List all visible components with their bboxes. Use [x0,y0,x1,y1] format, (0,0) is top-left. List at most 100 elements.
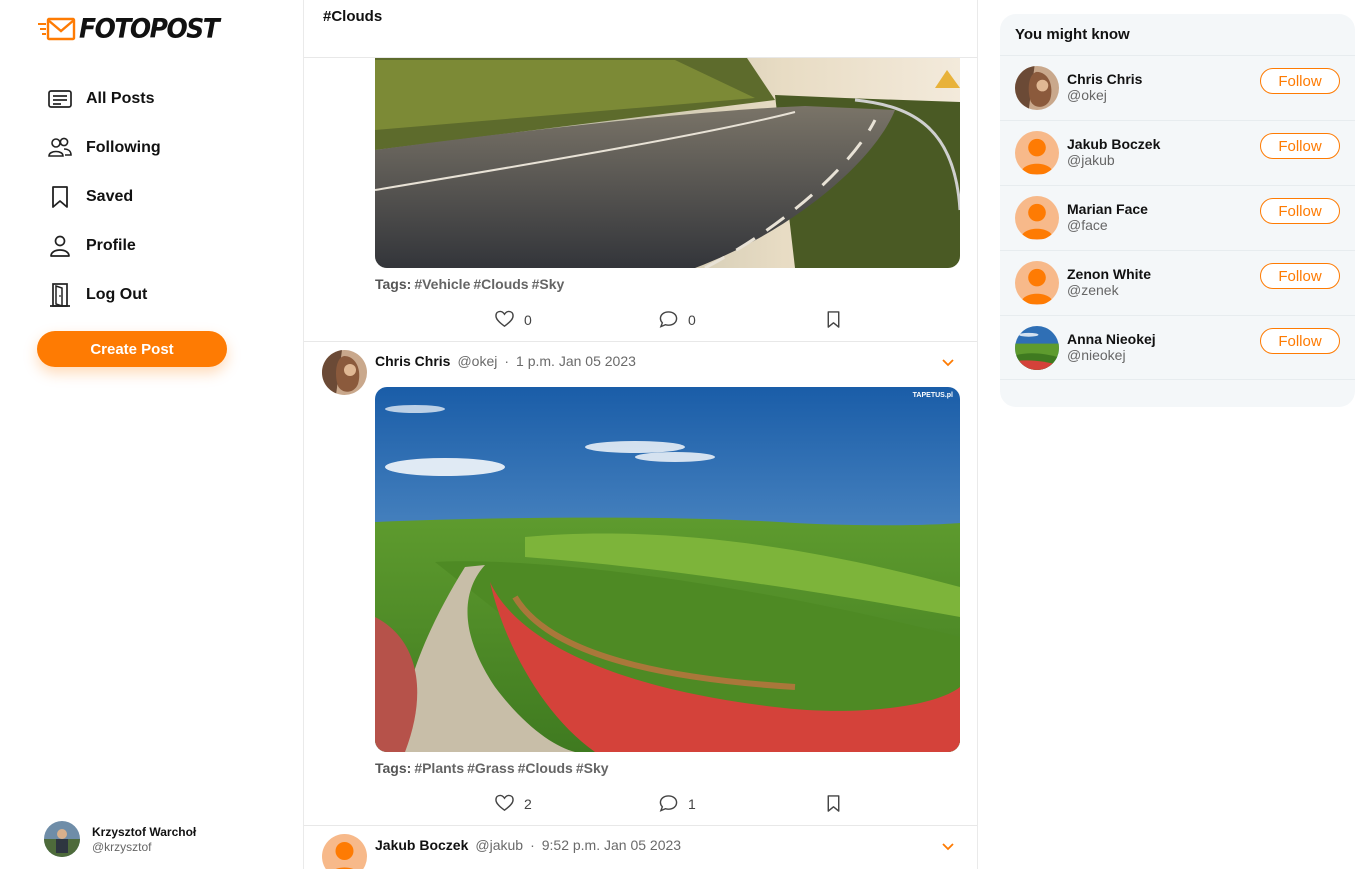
page-title: #Clouds [323,8,383,25]
door-icon [50,282,70,307]
left-sidebar: FOTOPOST All Posts Following Saved Profi… [0,0,303,869]
suggestion-name[interactable]: Anna Nieokej [1067,331,1156,347]
post-divider [304,825,977,826]
save-button[interactable] [824,310,843,329]
post-image[interactable]: TAPETUS.pl [375,387,960,752]
suggestion-name[interactable]: Zenon White [1067,266,1151,282]
post-tags: Tags: #Plants #Grass #Clouds #Sky [375,760,609,776]
suggestion-item[interactable]: Anna Nieokej @nieokej Follow [1000,315,1355,380]
nav-label: Following [86,138,161,156]
tags-label: Tags: [375,276,412,292]
suggestion-item[interactable]: Jakub Boczek @jakub Follow [1000,120,1355,185]
bookmark-icon [827,311,840,328]
nav-label: Profile [86,236,136,254]
nav-label: Log Out [86,285,148,303]
tag-link[interactable]: #Grass [467,760,514,776]
create-post-button[interactable]: Create Post [37,331,227,367]
suggestion-name[interactable]: Chris Chris [1067,71,1142,87]
suggestion-handle: @nieokej [1067,347,1126,363]
avatar[interactable] [1015,326,1059,370]
nav-saved[interactable]: Saved [47,182,161,211]
nav-label: Saved [86,187,134,205]
suggestion-item[interactable]: Marian Face @face Follow [1000,185,1355,250]
avatar[interactable] [322,834,367,869]
follow-button[interactable]: Follow [1260,263,1340,289]
post-time: 1 p.m. Jan 05 2023 [516,353,636,369]
feed[interactable]: #Clouds Tags: #Vehicle #Clouds #Sky 0 0 … [303,0,978,869]
tag-link[interactable]: #Sky [576,760,609,776]
user-name: Krzysztof Warchoł [92,824,197,839]
comment-icon [659,311,678,328]
avatar[interactable] [322,350,367,395]
tag-link[interactable]: #Plants [414,760,464,776]
feed-header: #Clouds [304,0,977,58]
post-header: Chris Chris @okej · 1 p.m. Jan 05 2023 [375,353,636,369]
tag-link[interactable]: #Vehicle [414,276,470,292]
avatar[interactable] [1015,196,1059,240]
suggestion-name[interactable]: Marian Face [1067,201,1148,217]
like-button[interactable]: 2 [495,794,532,813]
like-count: 2 [524,795,532,812]
separator-dot: · [504,353,510,369]
app-logo[interactable]: FOTOPOST [37,13,220,44]
suggestions-title: You might know [1015,26,1130,43]
chevron-down-icon[interactable] [940,354,956,370]
tag-link[interactable]: #Clouds [518,760,573,776]
follow-button[interactable]: Follow [1260,68,1340,94]
suggestion-handle: @okej [1067,87,1107,103]
suggestion-handle: @face [1067,217,1108,233]
nav-log-out[interactable]: Log Out [47,280,161,309]
suggestion-name[interactable]: Jakub Boczek [1067,136,1160,152]
post-time: 9:52 p.m. Jan 05 2023 [541,837,682,853]
main-nav: All Posts Following Saved Profile Log Ou… [47,84,161,329]
avatar [44,821,80,857]
comment-icon [659,795,678,812]
image-watermark: TAPETUS.pl [913,392,953,399]
comment-count: 0 [688,311,696,328]
comment-button[interactable]: 0 [659,310,696,329]
tag-link[interactable]: #Sky [532,276,565,292]
list-icon [48,89,72,108]
post-handle[interactable]: @okej [457,353,497,369]
post-divider [304,341,977,342]
suggestions-panel: You might know Chris Chris @okej Follow … [1000,14,1355,407]
post-actions: 0 0 [495,310,845,330]
tag-link[interactable]: #Clouds [473,276,528,292]
comment-button[interactable]: 1 [659,794,696,813]
save-button[interactable] [824,794,843,813]
current-user[interactable]: Krzysztof Warchoł @krzysztof [44,821,196,857]
heart-icon [495,794,514,812]
suggestion-item[interactable]: Zenon White @zenek Follow [1000,250,1355,315]
like-button[interactable]: 0 [495,310,532,329]
app-name: FOTOPOST [79,13,220,44]
post-actions: 2 1 [495,794,845,814]
user-icon [50,235,70,257]
nav-all-posts[interactable]: All Posts [47,84,161,113]
users-icon [48,137,72,157]
chevron-down-icon[interactable] [940,838,956,854]
comment-count: 1 [688,795,696,812]
suggestion-handle: @jakub [1067,152,1115,168]
nav-profile[interactable]: Profile [47,231,161,260]
bookmark-icon [52,185,68,208]
nav-label: All Posts [86,89,155,107]
avatar[interactable] [1015,261,1059,305]
post-author[interactable]: Jakub Boczek [375,837,468,853]
follow-button[interactable]: Follow [1260,198,1340,224]
follow-button[interactable]: Follow [1260,133,1340,159]
separator-dot: · [530,837,535,853]
avatar[interactable] [1015,131,1059,175]
post-tags: Tags: #Vehicle #Clouds #Sky [375,276,564,292]
tags-label: Tags: [375,760,412,776]
post-handle[interactable]: @jakub [475,837,523,853]
heart-icon [495,310,514,328]
post-author[interactable]: Chris Chris [375,353,450,369]
nav-following[interactable]: Following [47,133,161,162]
user-handle: @krzysztof [92,839,152,854]
suggestion-item[interactable]: Chris Chris @okej Follow [1000,55,1355,120]
suggestion-handle: @zenek [1067,282,1119,298]
avatar[interactable] [1015,66,1059,110]
follow-button[interactable]: Follow [1260,328,1340,354]
like-count: 0 [524,311,532,328]
post-image[interactable] [375,40,960,268]
